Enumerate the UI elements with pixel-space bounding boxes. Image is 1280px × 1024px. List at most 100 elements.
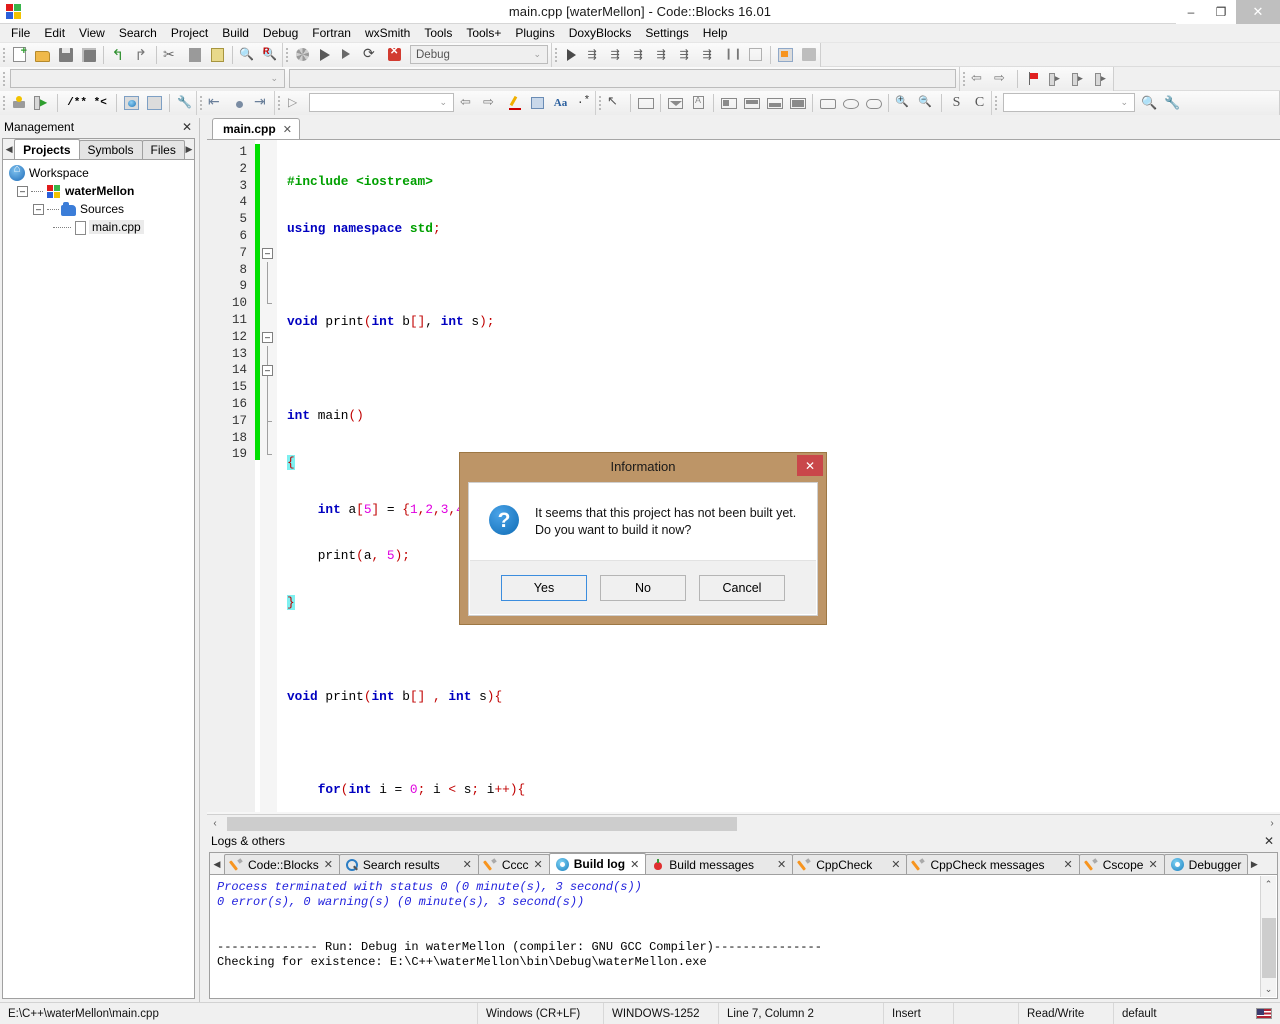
wxsmith-dialog-button[interactable]: [664, 92, 687, 114]
close-icon[interactable]: ✕: [179, 120, 195, 134]
toolbar-grip-icon[interactable]: [0, 92, 8, 114]
scroll-up-icon[interactable]: ⌃: [1261, 876, 1276, 892]
scroll-down-icon[interactable]: ⌄: [1261, 981, 1276, 997]
various-info-button[interactable]: [797, 44, 820, 66]
browse-forward-button[interactable]: [991, 68, 1014, 90]
debug-step-instruction-button[interactable]: [698, 44, 721, 66]
dialog-yes-button[interactable]: Yes: [501, 574, 587, 601]
search-prev-button[interactable]: [457, 92, 480, 114]
log-tab-cppcheck[interactable]: CppCheck ✕: [792, 854, 908, 874]
dialog-no-button[interactable]: No: [600, 574, 686, 601]
function-combo[interactable]: [289, 69, 956, 88]
clear-bookmarks-button[interactable]: [1090, 68, 1113, 90]
close-button[interactable]: ✕: [1236, 0, 1280, 24]
toolbar-grip-icon[interactable]: [275, 92, 283, 114]
menu-search[interactable]: Search: [112, 24, 164, 42]
incremental-search-icon[interactable]: [283, 92, 306, 114]
wxsmith-panel-button[interactable]: [634, 92, 657, 114]
log-tab-cppcheck-messages[interactable]: CppCheck messages ✕: [906, 854, 1080, 874]
close-icon[interactable]: ✕: [283, 123, 292, 136]
wxsmith-cancel-button[interactable]: C: [968, 92, 991, 114]
toolbar-grip-icon[interactable]: [596, 92, 604, 114]
log-tab-search-results[interactable]: Search results ✕: [338, 854, 479, 874]
regex-button[interactable]: [572, 92, 595, 114]
wxsmith-zoom-in-button[interactable]: [892, 92, 915, 114]
doxyblocks-extract-button[interactable]: [31, 92, 54, 114]
prev-bookmark-button[interactable]: [1044, 68, 1067, 90]
fold-toggle-icon[interactable]: –: [262, 247, 273, 259]
wxsmith-layout-b-button[interactable]: [740, 92, 763, 114]
match-case-button[interactable]: Aa: [549, 92, 572, 114]
toolbar-grip-icon[interactable]: [992, 92, 1000, 114]
browse-back-button[interactable]: [968, 68, 991, 90]
keyboard-layout-flag-icon[interactable]: [1256, 1008, 1272, 1019]
wxsmith-layout-a-button[interactable]: [717, 92, 740, 114]
logs-scroll-left-icon[interactable]: ◀: [210, 855, 224, 874]
logs-scroll-right-icon[interactable]: ▶: [1247, 855, 1261, 874]
tree-node-file[interactable]: main.cpp: [9, 218, 194, 236]
debug-step-out-button[interactable]: [675, 44, 698, 66]
redo-button[interactable]: [130, 44, 153, 66]
scope-combo[interactable]: ⌄: [10, 69, 285, 88]
menu-build[interactable]: Build: [215, 24, 256, 42]
log-vertical-scrollbar[interactable]: ⌃ ⌄: [1260, 876, 1276, 997]
tree-node-sources[interactable]: – Sources: [9, 200, 194, 218]
tree-node-project[interactable]: – waterMellon: [9, 182, 194, 200]
run-button[interactable]: [314, 44, 337, 66]
doxyblocks-run-button[interactable]: [8, 92, 31, 114]
menu-tools[interactable]: Tools: [417, 24, 459, 42]
rebuild-button[interactable]: [360, 44, 383, 66]
save-button[interactable]: [54, 44, 77, 66]
scroll-left-icon[interactable]: ‹: [207, 818, 223, 829]
debug-stop-button[interactable]: [744, 44, 767, 66]
fortran-jump-back-button[interactable]: [205, 92, 228, 114]
wxsmith-shape-ellipse-button[interactable]: [839, 92, 862, 114]
wxsmith-layout-d-button[interactable]: [786, 92, 809, 114]
find-button[interactable]: [236, 44, 259, 66]
save-all-button[interactable]: [77, 44, 100, 66]
wxsmith-select-button[interactable]: S: [945, 92, 968, 114]
expander-icon[interactable]: –: [33, 203, 44, 215]
fold-toggle-icon[interactable]: –: [262, 365, 273, 377]
debug-next-instruction-button[interactable]: [629, 44, 652, 66]
debug-break-button[interactable]: [721, 44, 744, 66]
search-next-button[interactable]: [480, 92, 503, 114]
next-bookmark-button[interactable]: [1067, 68, 1090, 90]
close-icon[interactable]: ✕: [463, 858, 472, 871]
close-icon[interactable]: ✕: [1148, 858, 1157, 871]
wxsmith-shape-rect-button[interactable]: [816, 92, 839, 114]
close-icon[interactable]: ✕: [1262, 834, 1276, 848]
toolbar-grip-icon[interactable]: [0, 68, 8, 90]
wxsmith-layout-c-button[interactable]: [763, 92, 786, 114]
debug-run-to-cursor-button[interactable]: [583, 44, 606, 66]
debug-next-line-button[interactable]: [606, 44, 629, 66]
log-tab-codeblocks[interactable]: Code::Blocks ✕: [224, 854, 340, 874]
fold-toggle-icon[interactable]: –: [262, 331, 273, 343]
symbol-search-input[interactable]: ⌄: [1003, 93, 1135, 112]
editor-tab-main-cpp[interactable]: main.cpp ✕: [212, 118, 300, 139]
menu-tools-plus[interactable]: Tools+: [459, 24, 508, 42]
debug-step-into-button[interactable]: [652, 44, 675, 66]
tab-symbols[interactable]: Symbols: [78, 140, 143, 159]
undo-button[interactable]: [107, 44, 130, 66]
close-icon[interactable]: ✕: [891, 858, 900, 871]
menu-view[interactable]: View: [72, 24, 112, 42]
close-icon[interactable]: ✕: [534, 858, 543, 871]
maximize-button[interactable]: ❐: [1206, 0, 1236, 24]
copy-button[interactable]: [183, 44, 206, 66]
wxsmith-zoom-out-button[interactable]: [915, 92, 938, 114]
doxyblocks-preview-button[interactable]: [120, 92, 143, 114]
tab-files[interactable]: Files: [141, 140, 185, 159]
toolbar-grip-icon[interactable]: [283, 44, 291, 66]
scroll-track[interactable]: [223, 816, 1264, 831]
tabs-scroll-right-icon[interactable]: ▶: [184, 140, 194, 159]
scroll-right-icon[interactable]: ›: [1264, 818, 1280, 829]
open-file-button[interactable]: [31, 44, 54, 66]
log-tab-cscope[interactable]: Cscope ✕: [1078, 854, 1165, 874]
wxsmith-frame-button[interactable]: [687, 92, 710, 114]
log-tab-debugger[interactable]: Debugger: [1163, 854, 1249, 874]
dialog-cancel-button[interactable]: Cancel: [699, 574, 785, 601]
toolbar-grip-icon[interactable]: [197, 92, 205, 114]
doxyblocks-comment-button[interactable]: /** *<: [61, 92, 113, 114]
build-button[interactable]: [291, 44, 314, 66]
